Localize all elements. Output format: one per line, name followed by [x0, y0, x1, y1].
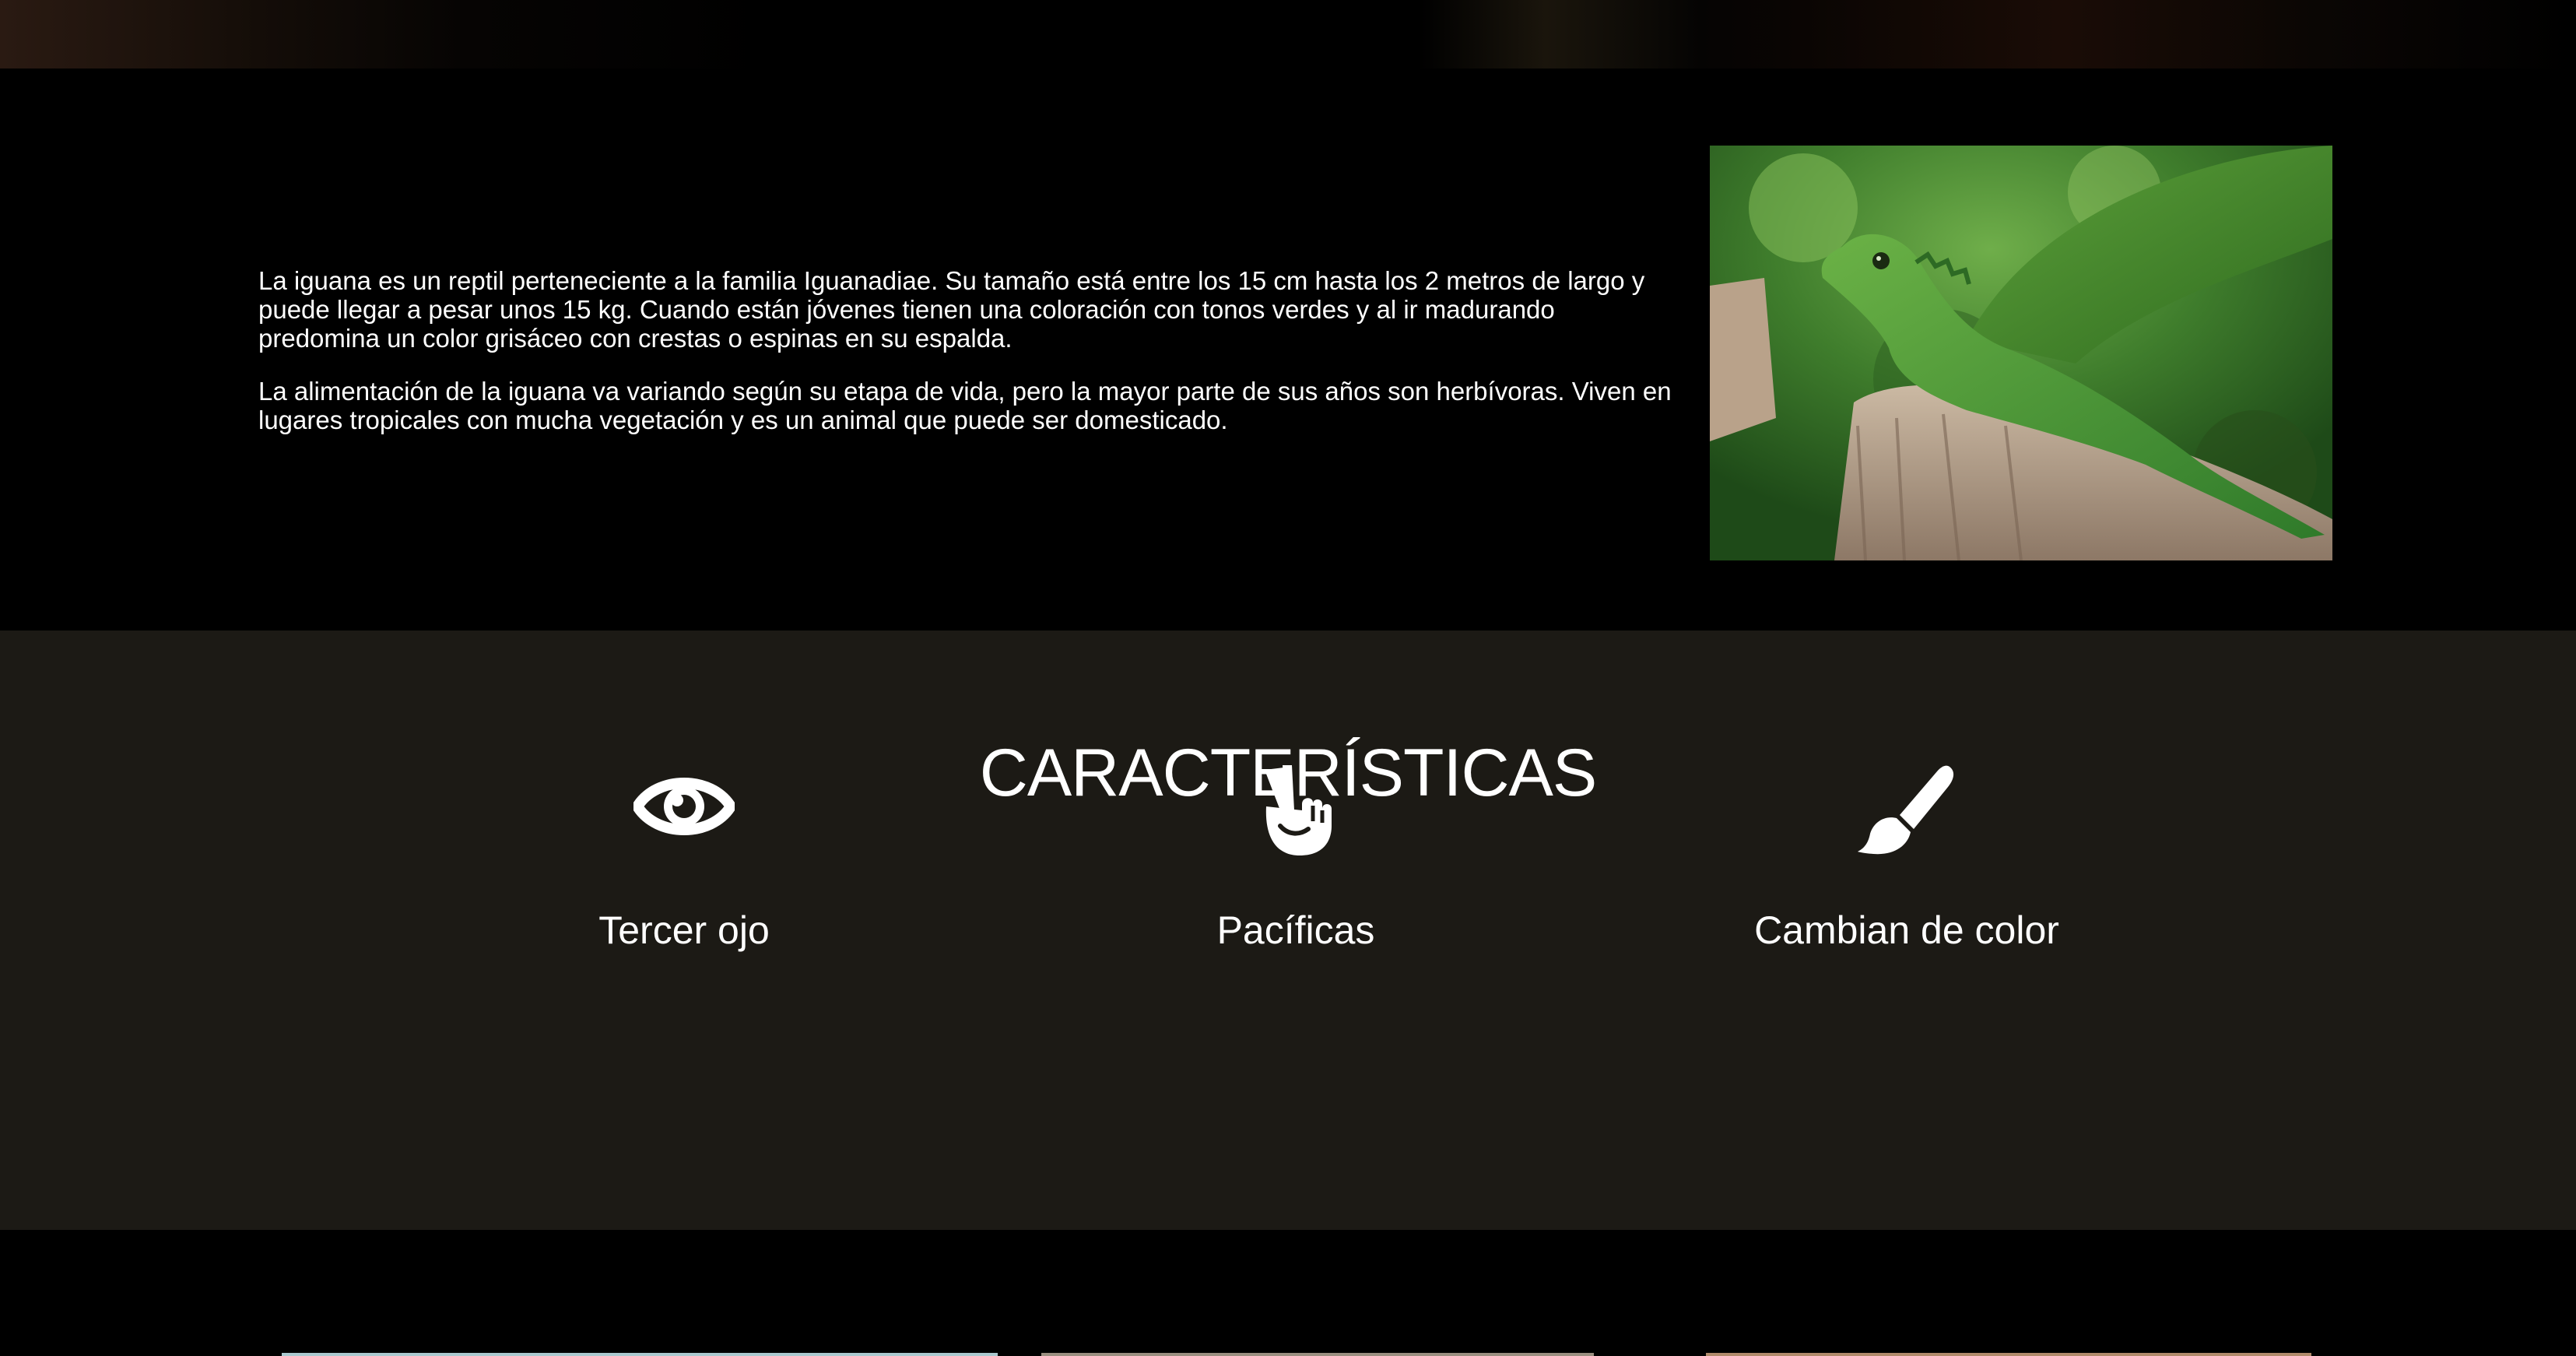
gallery-section: [0, 1230, 2576, 1356]
gallery-card-top-edge: [1706, 1353, 2311, 1356]
iguana-photo: [1710, 146, 2332, 560]
intro-paragraph-1: La iguana es un reptil perteneciente a l…: [258, 266, 1645, 353]
gallery-card-top-edge: [1041, 1353, 1594, 1356]
feature-label: Tercer ojo: [598, 908, 770, 952]
gallery-card-top-edge: [282, 1353, 998, 1356]
feature-label: Cambian de color: [1754, 908, 2059, 952]
intro-paragraph-2: La alimentación de la iguana va variando…: [258, 377, 1672, 434]
peace-hand-icon: [1257, 764, 1335, 861]
intro-section: La iguana es un reptil perteneciente a l…: [0, 69, 2576, 631]
paintbrush-icon: [1856, 764, 1957, 861]
features-section: CARACTERÍSTICAS Tercer ojo Pacíficas: [0, 631, 2576, 1230]
hero-image-strip: [0, 0, 2576, 69]
intro-text: La iguana es un reptil perteneciente a l…: [258, 266, 1675, 458]
eye-icon: [632, 764, 736, 853]
feature-label: Pacíficas: [1216, 908, 1375, 952]
